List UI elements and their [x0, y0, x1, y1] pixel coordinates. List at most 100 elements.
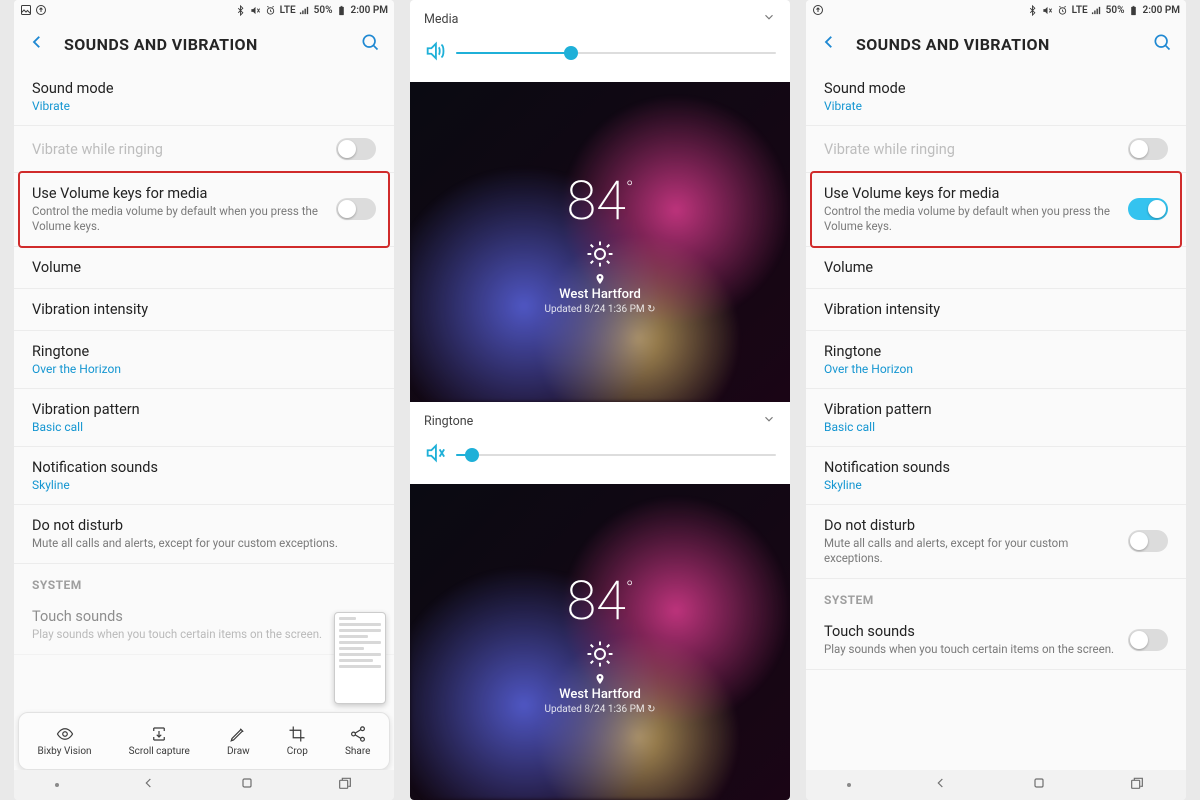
nav-back-icon[interactable]: [933, 775, 949, 795]
sound-mode-label: Sound mode: [824, 80, 1168, 97]
notif-label: Notification sounds: [32, 459, 376, 476]
search-icon[interactable]: [1152, 32, 1172, 56]
upload-icon: [812, 4, 824, 16]
nav-bar: [806, 770, 1186, 800]
sound-mode-row[interactable]: Sound modeVibrate: [14, 68, 394, 126]
dnd-row[interactable]: Do not disturbMute all calls and alerts,…: [14, 505, 394, 564]
alarm-icon: [1057, 4, 1069, 16]
touch-label: Touch sounds: [824, 623, 1116, 640]
volume-keys-row[interactable]: Use Volume keys for mediaControl the med…: [14, 173, 394, 247]
volume-row[interactable]: Volume: [806, 247, 1186, 289]
touch-desc: Play sounds when you touch certain items…: [824, 642, 1116, 657]
collapse-icon[interactable]: [762, 10, 776, 28]
notif-row[interactable]: Notification soundsSkyline: [806, 447, 1186, 505]
media-slider[interactable]: [456, 52, 776, 54]
signal-icon: [299, 4, 311, 16]
page-title: SOUNDS AND VIBRATION: [64, 35, 342, 54]
mute-icon: [250, 4, 262, 16]
nav-home-icon[interactable]: [1031, 775, 1047, 795]
nav-recents-icon[interactable]: [337, 775, 353, 795]
pin-icon: [594, 273, 606, 285]
ringtone-row[interactable]: Ringtone Over the Horizon: [14, 331, 394, 389]
weather-temp: 84°: [566, 170, 633, 233]
sound-mode-label: Sound mode: [32, 80, 376, 97]
vibrate-ringing-label: Vibrate while ringing: [824, 141, 1116, 158]
weather-city: West Hartford: [559, 287, 641, 302]
lte-label: LTE: [1072, 5, 1088, 16]
screenshot-thumbnail[interactable]: [334, 612, 386, 704]
search-icon[interactable]: [360, 32, 380, 56]
nav-assistant-icon[interactable]: [55, 783, 59, 787]
sun-icon: [585, 639, 615, 669]
battery-pct: 50%: [1106, 5, 1125, 16]
sound-mode-value: Vibrate: [824, 99, 1168, 113]
vibrate-ringing-toggle: [1128, 138, 1168, 160]
wallpaper-preview: 84° West Hartford Updated 8/24 1:36 PM ↻: [410, 82, 790, 402]
ringtone-row[interactable]: RingtoneOver the Horizon: [806, 331, 1186, 389]
back-icon[interactable]: [820, 33, 838, 55]
sound-mode-row[interactable]: Sound mode Vibrate: [806, 68, 1186, 126]
volume-keys-label: Use Volume keys for media: [824, 185, 1116, 202]
dnd-desc: Mute all calls and alerts, except for yo…: [824, 536, 1116, 566]
nav-assistant-icon[interactable]: [847, 783, 851, 787]
vib-intensity-row[interactable]: Vibration intensity: [806, 289, 1186, 331]
nav-recents-icon[interactable]: [1129, 775, 1145, 795]
lte-label: LTE: [280, 5, 296, 16]
touch-toggle[interactable]: [1128, 629, 1168, 651]
collapse-icon[interactable]: [762, 412, 776, 430]
volume-label: Volume: [824, 259, 1168, 276]
dnd-row[interactable]: Do not disturbMute all calls and alerts,…: [806, 505, 1186, 579]
bluetooth-icon: [1027, 4, 1039, 16]
weather-temp: 84°: [566, 570, 633, 633]
vib-pattern-row[interactable]: Vibration patternBasic call: [806, 389, 1186, 447]
ringtone-value: Over the Horizon: [32, 362, 376, 376]
notif-value: Skyline: [32, 478, 376, 492]
touch-row[interactable]: Touch sounds Play sounds when you touch c…: [806, 611, 1186, 670]
notif-row[interactable]: Notification sounds Skyline: [14, 447, 394, 505]
vibrate-ringing-label: Vibrate while ringing: [32, 141, 324, 158]
media-label: Media: [424, 12, 458, 27]
draw-button[interactable]: Draw: [227, 725, 250, 757]
notif-value: Skyline: [824, 478, 1168, 492]
battery-icon: [335, 4, 347, 16]
image-icon: [20, 4, 32, 16]
crop-button[interactable]: Crop: [287, 725, 308, 757]
ringtone-label: Ringtone: [824, 343, 1168, 360]
phone-middle: Media 84° West Hartford Updated 8/24 1:3…: [410, 0, 790, 800]
speaker-muted-icon: [424, 442, 446, 468]
vib-pattern-value: Basic call: [824, 420, 1168, 434]
scroll-capture-button[interactable]: Scroll capture: [129, 725, 190, 757]
volume-keys-toggle[interactable]: [336, 198, 376, 220]
status-bar: LTE 50% 2:00 PM: [806, 0, 1186, 20]
volume-keys-row[interactable]: Use Volume keys for mediaControl the med…: [806, 173, 1186, 247]
status-bar: LTE 50% 2:00 PM: [14, 0, 394, 20]
vib-pattern-value: Basic call: [32, 420, 376, 434]
dnd-desc: Mute all calls and alerts, except for yo…: [32, 536, 376, 551]
ringtone-volume-section: Ringtone: [410, 402, 790, 484]
weather-updated: Updated 8/24 1:36 PM ↻: [544, 704, 655, 715]
settings-list: Sound modeVibrate Vibrate while ringing …: [806, 68, 1186, 800]
dnd-toggle[interactable]: [1128, 530, 1168, 552]
share-button[interactable]: Share: [345, 725, 370, 757]
vib-pattern-row[interactable]: Vibration patternBasic call: [14, 389, 394, 447]
back-icon[interactable]: [28, 33, 46, 55]
volume-row[interactable]: Volume: [14, 247, 394, 289]
speaker-icon: [424, 40, 446, 66]
app-bar: SOUNDS AND VIBRATION: [806, 20, 1186, 68]
nav-home-icon[interactable]: [239, 775, 255, 795]
ringtone-slider[interactable]: [456, 454, 776, 456]
vibrate-ringing-toggle: [336, 138, 376, 160]
alarm-icon: [265, 4, 277, 16]
bixby-vision-button[interactable]: Bixby Vision: [38, 725, 92, 757]
ringtone-label: Ringtone: [32, 343, 376, 360]
phone-left: LTE 50% 2:00 PM SOUNDS AND VIBRATION Sou…: [14, 0, 394, 800]
volume-keys-toggle[interactable]: [1128, 198, 1168, 220]
weather-city: West Hartford: [559, 687, 641, 702]
clock: 2:00 PM: [350, 5, 388, 16]
vib-intensity-row[interactable]: Vibration intensity: [14, 289, 394, 331]
volume-label: Volume: [32, 259, 376, 276]
wallpaper-preview-2: 84° West Hartford Updated 8/24 1:36 PM ↻: [410, 484, 790, 800]
nav-back-icon[interactable]: [141, 775, 157, 795]
sun-icon: [585, 239, 615, 269]
battery-pct: 50%: [314, 5, 333, 16]
